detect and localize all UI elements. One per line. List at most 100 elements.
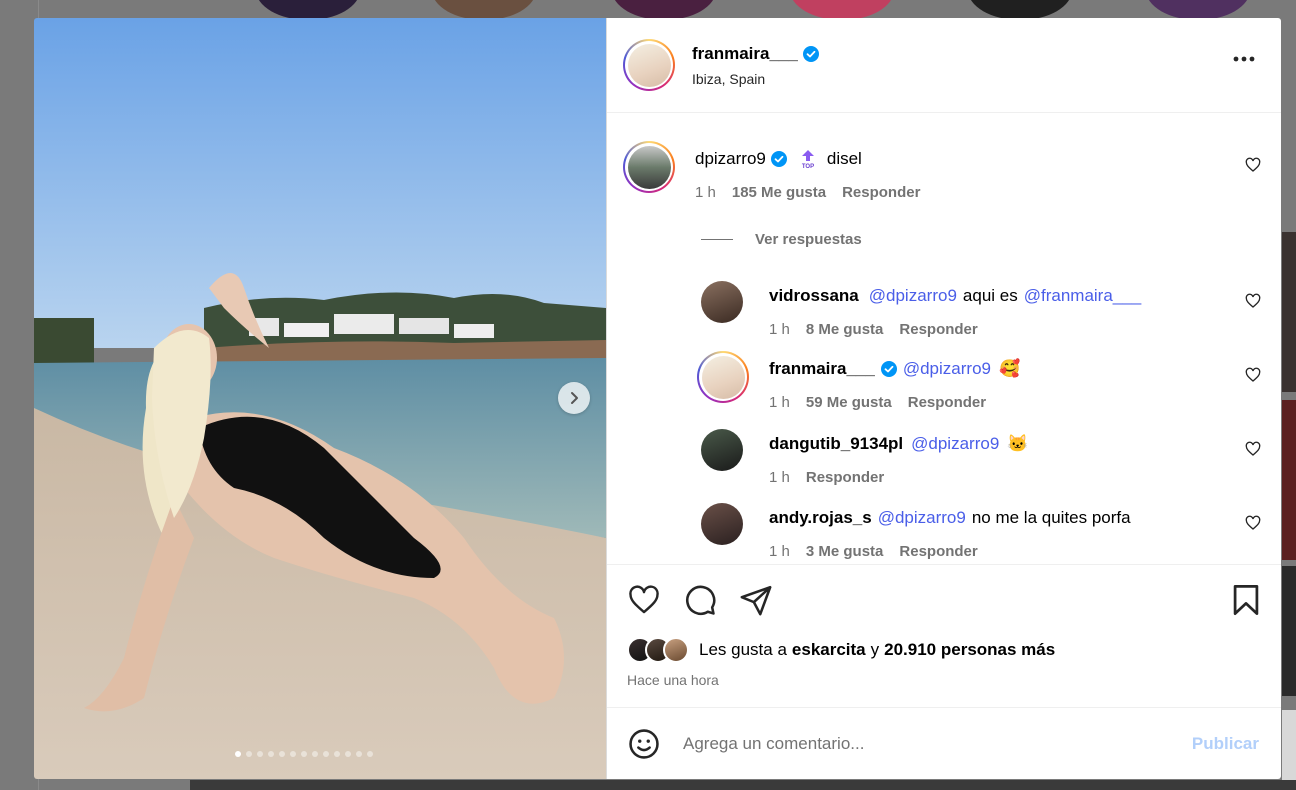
carousel-dot	[367, 751, 373, 757]
comments-list: dpizarro9 TOP disel 1 h 185 Me gusta Res…	[607, 113, 1281, 564]
likes-prefix: Les gusta a	[699, 640, 787, 659]
comment-bubble-icon	[686, 585, 716, 615]
comment-likes[interactable]: 8 Me gusta	[806, 321, 884, 338]
story-thumb	[790, 0, 894, 20]
save-button[interactable]	[1231, 583, 1261, 622]
reply-comment: andy.rojas_s @dpizarro9 no me la quites …	[701, 503, 1265, 560]
like-comment-icon[interactable]	[1245, 441, 1261, 457]
feed-tile	[1282, 710, 1296, 780]
emoji-icon[interactable]	[627, 727, 661, 761]
commenter-avatar[interactable]	[701, 503, 743, 545]
carousel-next-button[interactable]	[558, 382, 590, 414]
commenter-username[interactable]: franmaira___	[769, 359, 875, 379]
divider	[701, 239, 733, 240]
story-thumb	[612, 0, 716, 20]
comment-likes[interactable]: 3 Me gusta	[806, 543, 884, 560]
reply-button[interactable]: Responder	[908, 394, 986, 411]
comment-text: disel	[826, 149, 862, 168]
reply-button[interactable]: Responder	[842, 184, 920, 201]
post-modal: franmaira___ Ibiza, Spain dpizarro9 TOP	[34, 18, 1281, 779]
like-comment-icon[interactable]	[1245, 515, 1261, 531]
reply-button[interactable]: Responder	[899, 543, 977, 560]
avatar	[663, 637, 689, 663]
carousel-dot	[312, 751, 318, 757]
comment-time[interactable]: 1 h	[769, 469, 790, 486]
reply-comment: dangutib_9134pl @dpizarro9 🐱 1 h Respond…	[701, 429, 1265, 486]
like-comment-icon[interactable]	[1245, 157, 1261, 173]
carousel-dot	[323, 751, 329, 757]
feed-tile	[1282, 566, 1296, 696]
view-replies-button[interactable]: Ver respuestas	[701, 231, 862, 248]
reply-button[interactable]: Responder	[899, 321, 977, 338]
emoji: 🥰	[998, 359, 1021, 378]
emoji: 🐱	[1007, 434, 1029, 453]
likes-summary[interactable]: Les gusta a eskarcita y 20.910 personas …	[627, 637, 1055, 663]
mention-link[interactable]: @dpizarro9	[878, 508, 966, 528]
verified-badge-icon	[802, 45, 819, 62]
reply-comment: franmaira___ @dpizarro9 🥰 1 h 59 Me gust…	[697, 351, 1265, 411]
mention-link[interactable]: @dpizarro9	[869, 286, 957, 306]
chevron-right-icon	[571, 392, 578, 404]
carousel-dot	[356, 751, 362, 757]
like-comment-icon[interactable]	[1245, 367, 1261, 383]
post-media-carousel[interactable]	[34, 18, 606, 779]
likes-joiner: y	[870, 640, 880, 659]
commenter-avatar[interactable]	[701, 281, 743, 323]
comment-time[interactable]: 1 h	[769, 543, 790, 560]
commenter-avatar[interactable]	[697, 351, 749, 403]
commenter-username[interactable]: vidrossana	[769, 286, 859, 306]
commenter-avatar[interactable]	[701, 429, 743, 471]
more-options-icon[interactable]	[1233, 56, 1255, 62]
likes-count[interactable]: 20.910 personas más	[884, 640, 1055, 660]
story-thumb	[256, 0, 360, 20]
author-avatar[interactable]	[623, 39, 675, 91]
comment-text: aqui es	[962, 286, 1018, 305]
comment-likes[interactable]: 59 Me gusta	[806, 394, 892, 411]
carousel-dot	[268, 751, 274, 757]
publish-button[interactable]: Publicar	[1192, 734, 1259, 754]
commenter-username[interactable]: andy.rojas_s	[769, 508, 872, 528]
reply-button[interactable]: Responder	[806, 469, 884, 486]
commenter-username[interactable]: dangutib_9134pl	[769, 434, 903, 454]
paper-plane-icon	[740, 585, 772, 616]
svg-text:TOP: TOP	[802, 164, 814, 169]
comment-input[interactable]	[683, 733, 1192, 754]
post-time[interactable]: Hace una hora	[627, 672, 719, 688]
feed-tile	[1282, 232, 1296, 392]
feed-tile	[190, 780, 1296, 790]
comment-likes[interactable]: 185 Me gusta	[732, 184, 826, 201]
feed-tile	[1282, 400, 1296, 560]
post-photo	[34, 18, 606, 779]
post-header: franmaira___ Ibiza, Spain	[607, 18, 1281, 113]
comment-time[interactable]: 1 h	[695, 184, 716, 201]
commenter-username[interactable]: dpizarro9	[695, 149, 766, 169]
author-username[interactable]: franmaira___	[692, 44, 798, 64]
story-thumb	[432, 0, 536, 20]
post-location[interactable]: Ibiza, Spain	[692, 71, 819, 87]
view-replies-label: Ver respuestas	[755, 231, 862, 248]
mention-link[interactable]: @franmaira___	[1024, 286, 1141, 306]
share-button[interactable]	[739, 583, 773, 622]
carousel-dot	[345, 751, 351, 757]
commenter-avatar[interactable]	[623, 141, 675, 193]
verified-badge-icon	[770, 151, 787, 167]
heart-icon	[629, 585, 659, 614]
carousel-dot	[235, 751, 241, 757]
carousel-dot	[334, 751, 340, 757]
comment-time[interactable]: 1 h	[769, 321, 790, 338]
mention-link[interactable]: @dpizarro9	[911, 434, 999, 454]
like-comment-icon[interactable]	[1245, 293, 1261, 309]
verified-badge-icon	[880, 361, 897, 377]
liker-username[interactable]: eskarcita	[792, 640, 866, 660]
story-thumb	[968, 0, 1072, 20]
carousel-dot	[246, 751, 252, 757]
like-button[interactable]	[627, 583, 661, 622]
liker-avatars	[627, 637, 689, 663]
comment-button[interactable]	[683, 583, 717, 622]
post-side-panel: franmaira___ Ibiza, Spain dpizarro9 TOP	[606, 18, 1281, 779]
carousel-dot	[279, 751, 285, 757]
mention-link[interactable]: @dpizarro9	[903, 359, 991, 379]
reply-comment: vidrossana @dpizarro9 aqui es @franmaira…	[701, 281, 1265, 338]
comment-time[interactable]: 1 h	[769, 394, 790, 411]
post-actions: Les gusta a eskarcita y 20.910 personas …	[607, 564, 1281, 707]
